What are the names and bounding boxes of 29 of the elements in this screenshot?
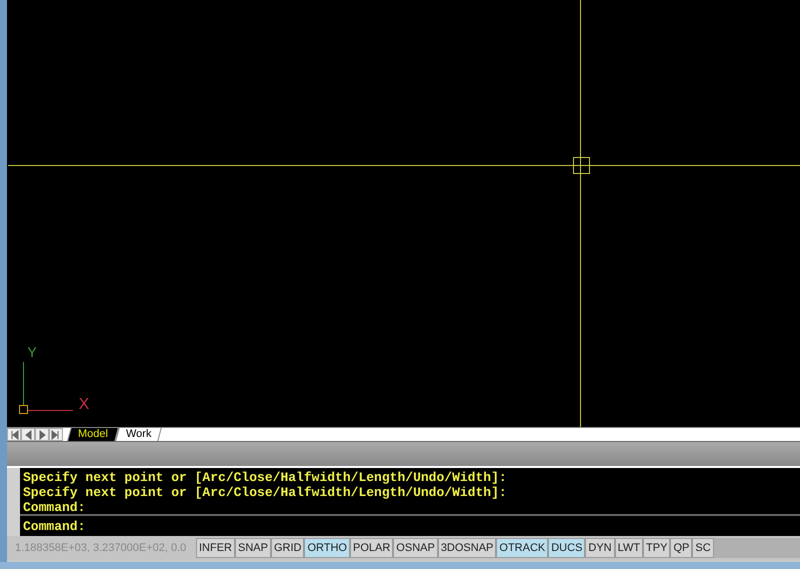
status-toggle[interactable]: SNAP (235, 538, 271, 558)
status-toggle[interactable]: TPY (643, 538, 670, 558)
status-toggle[interactable]: POLAR (350, 538, 394, 558)
y-axis-label: Y (27, 344, 37, 360)
status-toggle[interactable]: LWT (614, 538, 644, 558)
x-axis-label: X (78, 396, 90, 413)
command-history-line: Specify next point or [Arc/Close/Halfwidth/Length/Undo/Width]: (22, 485, 508, 500)
status-toggle[interactable]: INFER (196, 538, 235, 558)
status-toggle[interactable]: DUCS (548, 538, 586, 558)
command-prompt[interactable]: Command: (20, 519, 800, 534)
first-page-icon[interactable] (7, 428, 21, 441)
grip-handle[interactable] (7, 468, 20, 536)
status-toggle[interactable]: OTRACK (496, 538, 548, 558)
status-toggle[interactable]: ORTHO (304, 538, 350, 558)
command-history-line: Specify next point or [Arc/Close/Halfwidth/Length/Undo/Width]: (22, 470, 508, 485)
status-toggle[interactable]: QP (670, 538, 692, 558)
status-toggle[interactable]: 3DOSNAP (438, 538, 496, 558)
next-icon[interactable] (35, 428, 49, 441)
previous-icon[interactable] (21, 428, 35, 441)
status-toggle[interactable]: OSNAP (393, 538, 438, 558)
last-page-icon[interactable] (49, 428, 63, 441)
ucs-axes-icon (19, 362, 74, 414)
layout-tab[interactable]: Work (115, 428, 162, 441)
status-toggle[interactable]: DYN (585, 538, 615, 558)
status-toggle[interactable]: GRID (270, 538, 304, 558)
status-toggle[interactable]: SC (692, 538, 714, 558)
command-history-line: Command: (22, 500, 86, 515)
layout-tab[interactable]: Model (67, 428, 119, 441)
coordinates-readout: 1.188358E+03, 3.237000E+02, 0.0 (15, 541, 188, 556)
